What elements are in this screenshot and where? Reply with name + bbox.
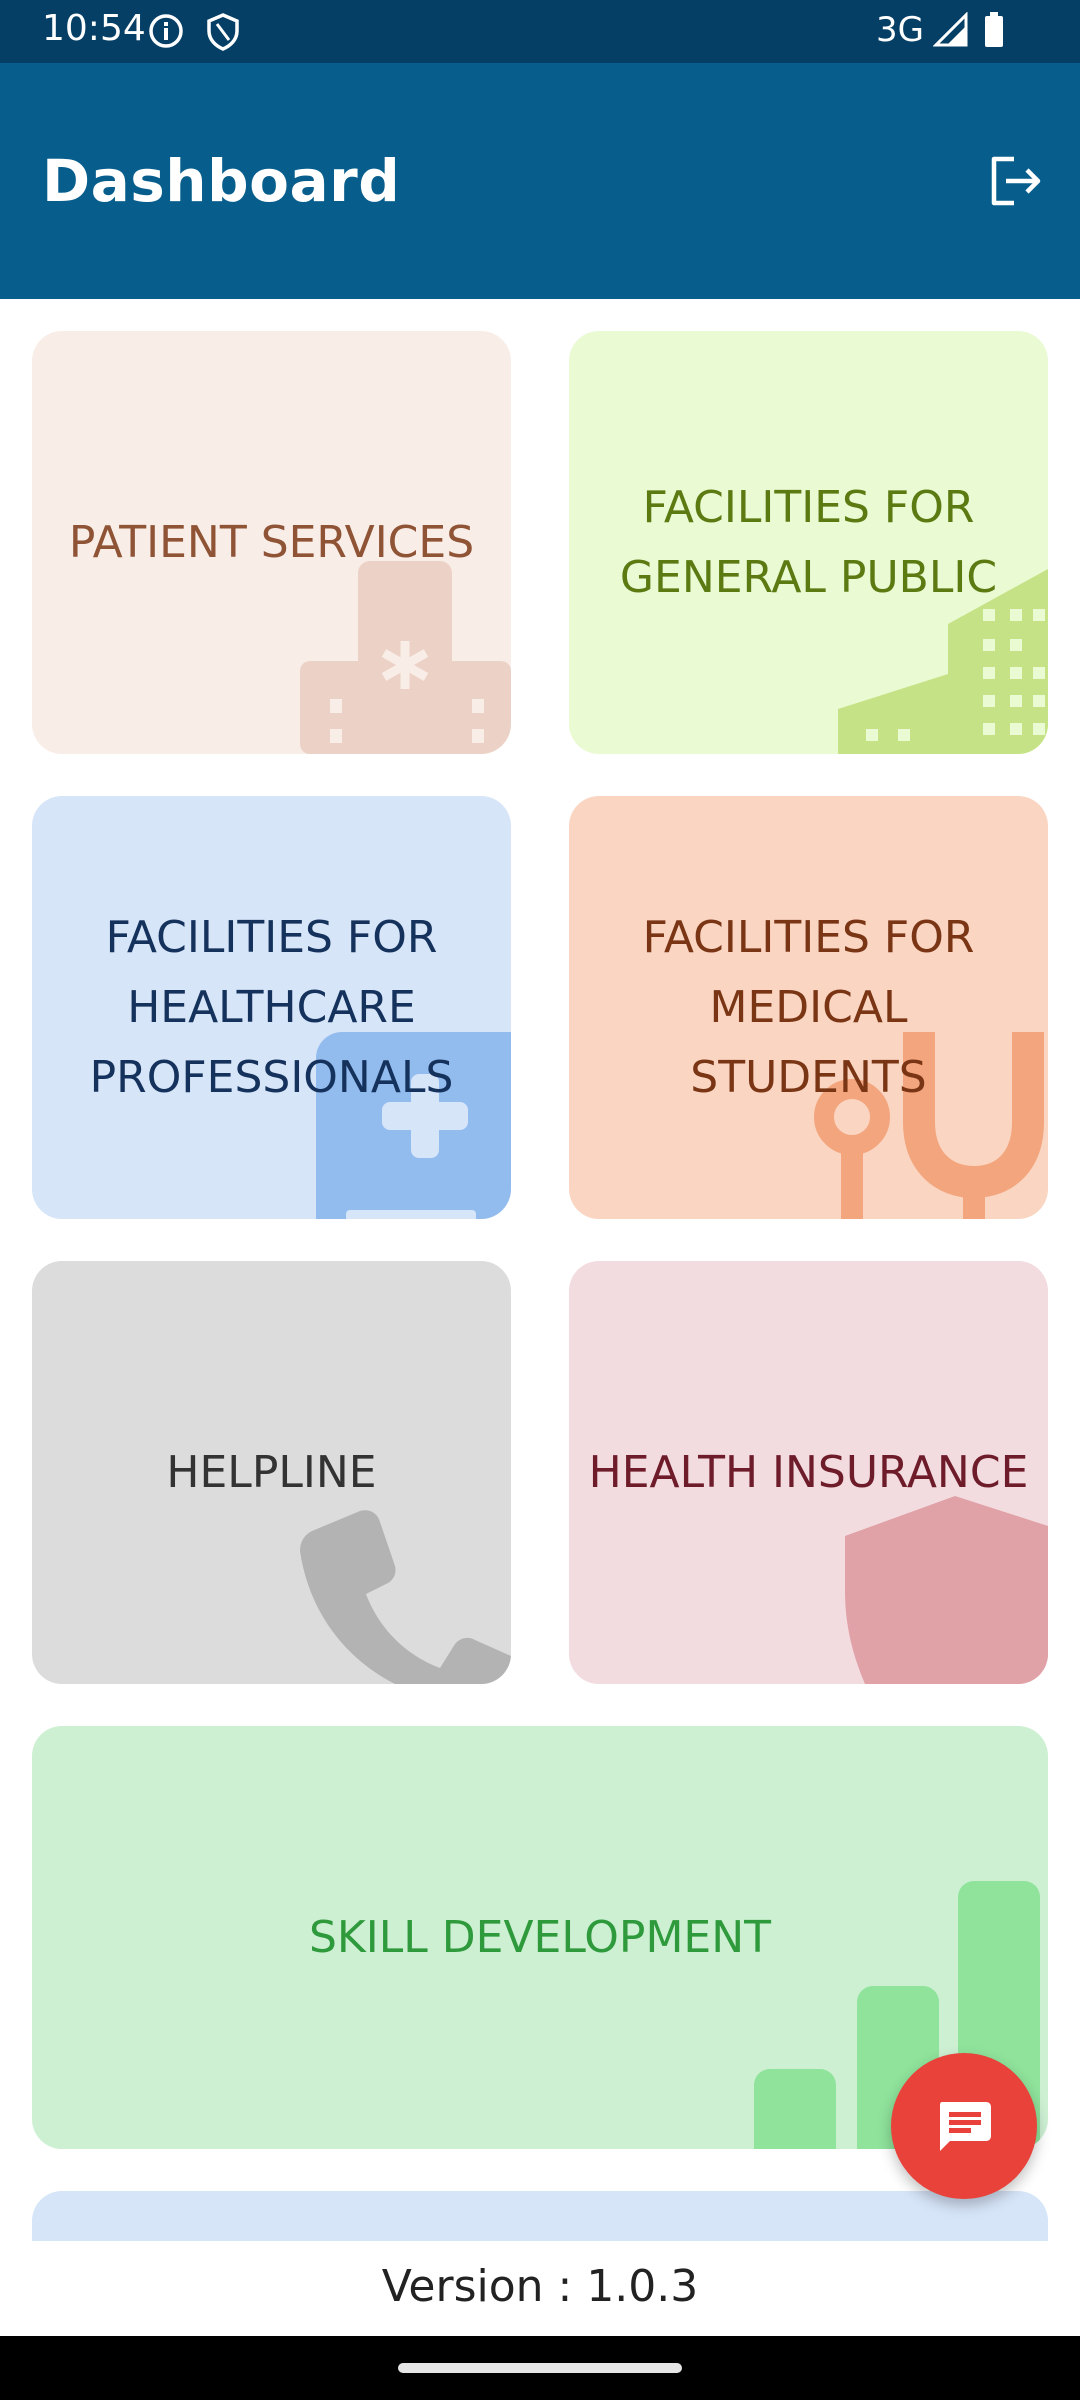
tile-helpline[interactable]: HELPLINE [32, 1261, 511, 1684]
status-bar: 10:54 3G [0, 0, 1080, 63]
home-gesture-handle[interactable] [398, 2363, 682, 2373]
page-title: Dashboard [42, 147, 401, 215]
chat-icon [940, 2102, 991, 2151]
tile-label: FACILITIES FOR MEDICAL STUDENTS [642, 911, 975, 1103]
info-icon [149, 14, 183, 48]
chat-button[interactable] [891, 2053, 1037, 2199]
system-nav-bar [0, 2336, 1080, 2400]
tile-label: FACILITIES FOR GENERAL PUBLIC [619, 481, 998, 603]
version-label: Version : 1.0.3 [381, 2261, 699, 2312]
tile-health-insurance[interactable]: HEALTH INSURANCE [569, 1261, 1048, 1684]
tile-label: SKILL DEVELOPMENT [308, 1911, 772, 1963]
tile-patient-services[interactable]: PATIENT SERVICES [32, 331, 511, 754]
tile-skill-development[interactable]: SKILL DEVELOPMENT [32, 1726, 1048, 2149]
logout-icon[interactable] [984, 151, 1044, 211]
signal-icon [933, 12, 968, 47]
tile-label: HELPLINE [166, 1446, 377, 1498]
tile-partial[interactable] [32, 2191, 1048, 2241]
battery-icon [985, 12, 1003, 47]
network-type-label: 3G [876, 10, 924, 50]
tile-medical-students[interactable]: FACILITIES FOR MEDICAL STUDENTS [569, 796, 1048, 1219]
tile-general-public[interactable]: FACILITIES FOR GENERAL PUBLIC [569, 331, 1048, 754]
tile-label: PATIENT SERVICES [68, 516, 475, 568]
dashboard-grid: PATIENT SERVICES FACILITIES FOR GENERAL … [0, 299, 1080, 2241]
tile-healthcare-professionals[interactable]: FACILITIES FOR HEALTHCARE PROFESSIONALS [32, 796, 511, 1219]
status-time: 10:54 [42, 8, 146, 49]
tile-label: HEALTH INSURANCE [588, 1446, 1029, 1498]
tile-label: FACILITIES FOR HEALTHCARE PROFESSIONALS [89, 911, 454, 1103]
app-bar: Dashboard [0, 63, 1080, 299]
footer: Version : 1.0.3 [0, 2241, 1080, 2336]
shield-status-icon [207, 13, 239, 51]
